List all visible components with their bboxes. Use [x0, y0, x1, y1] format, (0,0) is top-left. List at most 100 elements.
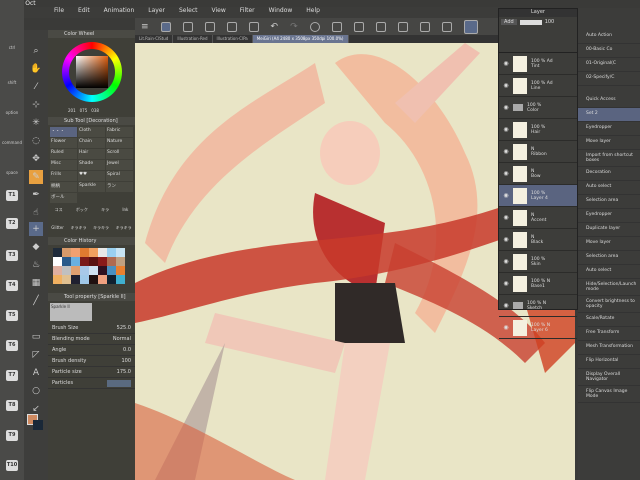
color-swatch[interactable]: [62, 248, 71, 257]
blend-icon[interactable]: ☝: [29, 206, 43, 220]
menu-window[interactable]: Window: [269, 7, 293, 18]
redo-icon[interactable]: ↷: [290, 22, 298, 32]
quick-access-item[interactable]: Scale/Rotate: [578, 313, 640, 327]
blending-mode-row[interactable]: Blending mode Normal: [48, 334, 135, 345]
sub-tool-item[interactable]: Fabric: [106, 127, 133, 137]
quick-access-item[interactable]: Display Overall Navigator: [578, 369, 640, 386]
angle-row[interactable]: Angle 0.0: [48, 345, 135, 356]
sub-color-swatch[interactable]: [33, 420, 43, 430]
color-swatch[interactable]: [98, 275, 107, 284]
menu-icon[interactable]: ≡: [141, 22, 149, 32]
quick-access-item[interactable]: Duplicate layer: [578, 223, 640, 237]
eye-icon[interactable]: ◉: [499, 60, 513, 67]
quick-access-item[interactable]: Auto select: [578, 265, 640, 279]
layer-row[interactable]: ◉ 100 % N Base1: [499, 273, 577, 295]
color-swatch[interactable]: [53, 266, 62, 275]
quick-access-item[interactable]: Move layer: [578, 237, 640, 251]
layer-row[interactable]: ◉ 100 % Skin: [499, 251, 577, 273]
tile-t8[interactable]: T8: [6, 400, 18, 411]
quick-access-item[interactable]: Free Transform: [578, 327, 640, 341]
color-swatch[interactable]: [71, 257, 80, 266]
particles-row[interactable]: Particles: [48, 378, 135, 389]
sub-tool-item[interactable]: Cloth: [78, 127, 105, 137]
eye-icon[interactable]: ◉: [499, 258, 513, 265]
quick-access-item[interactable]: Flip Canvas Image Mode: [578, 386, 640, 403]
sub-tool-item[interactable]: Jewel: [106, 160, 133, 170]
brush-size-row[interactable]: Brush Size 525.0: [48, 323, 135, 334]
opacity-value[interactable]: 100: [545, 19, 555, 25]
tab-doc-active[interactable]: MeiGiri (A4 2480 x 3508px 350dpi 100.0%): [252, 35, 349, 43]
sub-tool-item[interactable]: ♥♥: [78, 171, 105, 181]
layer-row[interactable]: ◉ N Ribbon: [499, 141, 577, 163]
color-swatch[interactable]: [62, 257, 71, 266]
tab-doc-1[interactable]: Lit.Rain·ClStud: [135, 35, 174, 43]
tile-t7[interactable]: T7: [6, 370, 18, 381]
layer-property-icon[interactable]: [160, 21, 171, 32]
eye-icon[interactable]: ◉: [499, 148, 513, 155]
frame-icon[interactable]: ▭: [29, 330, 43, 344]
tile-t3[interactable]: T3: [6, 250, 18, 261]
tile-t9[interactable]: T9: [6, 430, 18, 441]
invert-icon[interactable]: [441, 21, 452, 32]
sub-tool-tab[interactable]: キラ: [101, 207, 109, 213]
sub-tool-glitter[interactable]: Glitter: [51, 225, 64, 231]
color-swatch[interactable]: [80, 248, 89, 257]
deselect-icon[interactable]: [397, 21, 408, 32]
color-swatch[interactable]: [98, 266, 107, 275]
color-swatch[interactable]: [116, 248, 125, 257]
particle-size-value[interactable]: 175.0: [117, 369, 131, 375]
open-icon[interactable]: [226, 21, 237, 32]
menu-filter[interactable]: Filter: [240, 7, 255, 18]
sub-tool-item[interactable]: Misc: [50, 160, 77, 170]
lasso-icon[interactable]: ◌: [29, 134, 43, 148]
eye-icon[interactable]: ◉: [499, 192, 513, 199]
color-swatch[interactable]: [89, 257, 98, 266]
color-swatch[interactable]: [62, 275, 71, 284]
sub-tool-item[interactable]: Spiral: [106, 171, 133, 181]
sub-tool-item[interactable]: Flower: [50, 138, 77, 148]
layer-row[interactable]: ◉ 100 % Layer 4: [499, 185, 577, 207]
color-swatch[interactable]: [107, 266, 116, 275]
edit-icon[interactable]: [463, 19, 478, 34]
gradient-icon[interactable]: ▦: [29, 276, 43, 290]
quick-access-item[interactable]: Auto select: [578, 181, 640, 195]
color-swatch[interactable]: [80, 275, 89, 284]
color-swatch[interactable]: [116, 257, 125, 266]
quick-access-item[interactable]: Eyedropper: [578, 122, 640, 136]
brush-size-value[interactable]: 525.0: [117, 325, 131, 331]
undo-icon[interactable]: ↶: [271, 22, 279, 32]
eye-icon[interactable]: ◉: [499, 214, 513, 221]
color-swatch[interactable]: [71, 275, 80, 284]
quick-access-item[interactable]: Flip Horizontal: [578, 355, 640, 369]
layer-row[interactable]: ◉ 100 % N Layer 6: [499, 317, 577, 339]
quick-access-item[interactable]: Decoration: [578, 167, 640, 181]
line-icon[interactable]: ╱: [29, 294, 43, 308]
color-swatch[interactable]: [53, 248, 62, 257]
auto-select-icon[interactable]: ✳: [29, 116, 43, 130]
layer-row[interactable]: ◉ 100 % Hair: [499, 119, 577, 141]
tile-t5[interactable]: T5: [6, 310, 18, 321]
color-swatch[interactable]: [71, 266, 80, 275]
key-ctrl[interactable]: ctrl: [2, 45, 22, 50]
menu-view[interactable]: View: [212, 7, 226, 18]
text-icon[interactable]: A: [29, 366, 43, 380]
quick-access-item[interactable]: Convert brightness to opacity: [578, 296, 640, 313]
operation-icon[interactable]: ⊹: [29, 98, 43, 112]
eye-icon[interactable]: ◉: [499, 302, 513, 309]
layer-row[interactable]: ◉ 100 % N Sketch: [499, 295, 577, 317]
eye-icon[interactable]: ◉: [499, 236, 513, 243]
layer-row[interactable]: ◉ N Black: [499, 229, 577, 251]
sub-tool-glitter[interactable]: キラキラ: [93, 225, 109, 231]
sub-tool-tab[interactable]: ボック: [76, 207, 88, 213]
tile-t2[interactable]: T2: [6, 218, 18, 229]
color-swatch[interactable]: [116, 266, 125, 275]
new-icon[interactable]: [204, 21, 215, 32]
key-command[interactable]: command: [2, 140, 22, 145]
sub-tool-item[interactable]: ・・・: [50, 127, 77, 137]
menu-help[interactable]: Help: [306, 7, 320, 18]
sub-tool-item[interactable]: 柄柄: [50, 182, 77, 192]
quick-access-item[interactable]: Move layer: [578, 136, 640, 150]
color-swatch[interactable]: [89, 275, 98, 284]
color-wheel[interactable]: [48, 38, 135, 108]
angle-value[interactable]: 0.0: [123, 347, 131, 353]
